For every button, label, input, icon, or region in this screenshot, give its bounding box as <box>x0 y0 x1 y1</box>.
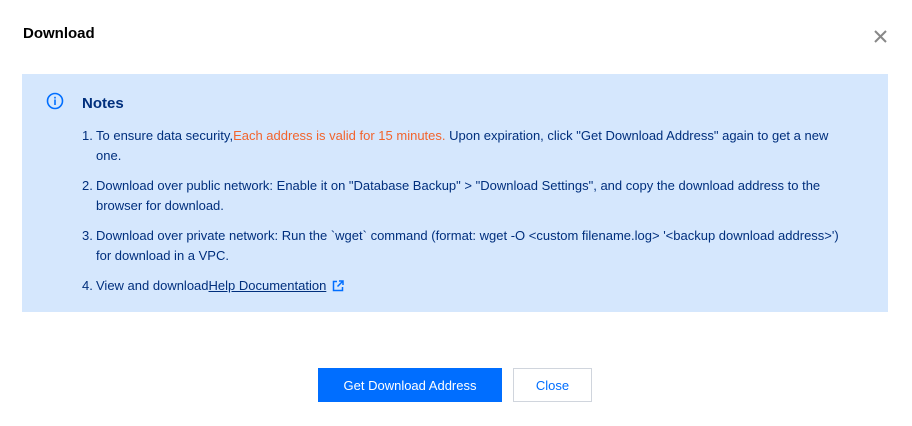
item-number: 4. <box>82 278 93 293</box>
item-number: 3. <box>82 228 93 243</box>
validity-highlight: Each address is valid for 15 minutes. <box>233 128 446 143</box>
dialog-title: Download <box>23 25 95 42</box>
info-circle-icon <box>46 92 64 110</box>
notice-item: 1. To ensure data security,Each address … <box>82 126 842 166</box>
item-number: 1. <box>82 128 93 143</box>
item-number: 2. <box>82 178 93 193</box>
item-text: To ensure data security, <box>96 128 234 143</box>
close-icon[interactable] <box>870 26 892 48</box>
notice-box: Notes 1. To ensure data security,Each ad… <box>22 74 888 312</box>
notice-item: 2. Download over public network: Enable … <box>82 176 842 216</box>
item-text: Download over private network: Run the `… <box>96 228 839 263</box>
notice-title: Notes <box>82 95 124 112</box>
notice-item: 4. View and downloadHelp Documentation <box>82 276 842 296</box>
get-download-address-button[interactable]: Get Download Address <box>318 368 502 402</box>
item-text: View and download <box>96 278 209 293</box>
close-button[interactable]: Close <box>513 368 592 402</box>
item-text: Download over public network: Enable it … <box>96 178 821 213</box>
notice-item: 3. Download over private network: Run th… <box>82 226 842 266</box>
notice-list: 1. To ensure data security,Each address … <box>82 126 842 306</box>
help-documentation-link[interactable]: Help Documentation <box>209 278 327 293</box>
external-link-icon[interactable] <box>332 278 345 292</box>
download-dialog: Download Notes 1. To ensure data securit… <box>0 0 912 426</box>
